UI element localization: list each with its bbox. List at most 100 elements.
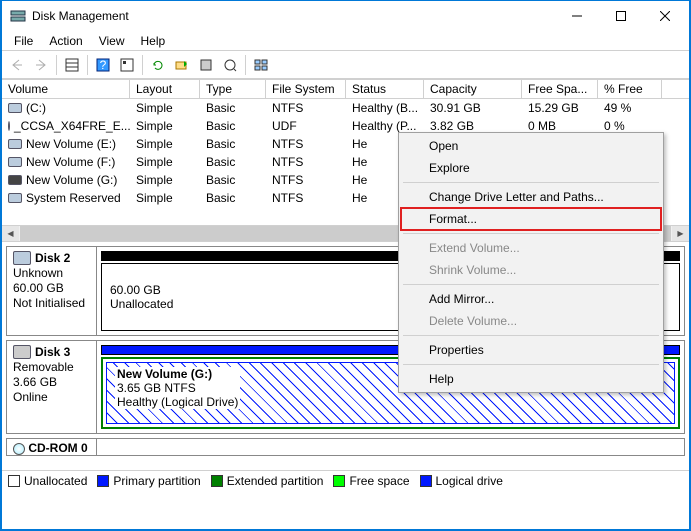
volume-layout: Simple xyxy=(130,190,200,206)
forward-button[interactable] xyxy=(30,54,52,76)
toolbar-separator xyxy=(245,55,246,75)
col-type[interactable]: Type xyxy=(200,80,266,98)
volume-pct: 49 % xyxy=(598,100,662,116)
minimize-button[interactable] xyxy=(555,2,599,30)
rescan-button[interactable] xyxy=(171,54,193,76)
menu-extend-volume: Extend Volume... xyxy=(401,237,661,259)
menu-action[interactable]: Action xyxy=(41,32,90,50)
col-capacity[interactable]: Capacity xyxy=(424,80,522,98)
volume-type: Basic xyxy=(200,154,266,170)
legend-extended: Extended partition xyxy=(227,474,324,488)
volume-name: System Reserved xyxy=(26,191,121,205)
swatch-extended xyxy=(211,475,223,487)
col-layout[interactable]: Layout xyxy=(130,80,200,98)
volume-free: 15.29 GB xyxy=(522,100,598,116)
close-button[interactable] xyxy=(643,2,687,30)
scroll-right-icon[interactable]: ▶ xyxy=(672,226,689,241)
volume-fs: NTFS xyxy=(266,136,346,152)
menu-shrink-volume: Shrink Volume... xyxy=(401,259,661,281)
help-button[interactable]: ? xyxy=(92,54,114,76)
col-pctfree[interactable]: % Free xyxy=(598,80,662,98)
disk-size: 60.00 GB xyxy=(13,281,90,295)
disk-online: Online xyxy=(13,390,90,404)
menu-help[interactable]: Help xyxy=(401,368,661,390)
menu-open[interactable]: Open xyxy=(401,135,661,157)
removable-disk-icon xyxy=(13,345,31,359)
disk-status: Unknown xyxy=(13,266,90,280)
volume-name: New Volume (F:) xyxy=(26,155,115,169)
legend-unallocated: Unallocated xyxy=(24,474,87,488)
menu-explore[interactable]: Explore xyxy=(401,157,661,179)
toolbar: ? xyxy=(2,51,689,79)
view-list-button[interactable] xyxy=(61,54,83,76)
disk-3-header: Disk 3 Removable 3.66 GB Online xyxy=(7,341,97,433)
volume-name: (C:) xyxy=(26,101,46,115)
volume-type: Basic xyxy=(200,190,266,206)
region-size: 3.65 GB NTFS xyxy=(117,381,196,395)
menu-separator xyxy=(403,364,659,365)
swatch-free xyxy=(333,475,345,487)
cdrom-title: CD-ROM 0 xyxy=(28,441,87,455)
volume-name: New Volume (G:) xyxy=(26,173,117,187)
cdrom-row[interactable]: CD-ROM 0 xyxy=(6,438,685,456)
menu-view[interactable]: View xyxy=(91,32,133,50)
region-status: Healthy (Logical Drive) xyxy=(117,395,238,409)
menu-separator xyxy=(403,284,659,285)
scroll-left-icon[interactable]: ◀ xyxy=(2,226,19,241)
volume-type: Basic xyxy=(200,100,266,116)
action-button-2[interactable] xyxy=(219,54,241,76)
volume-layout: Simple xyxy=(130,100,200,116)
volume-icon xyxy=(8,103,22,113)
refresh-button[interactable] xyxy=(147,54,169,76)
volume-type: Basic xyxy=(200,118,266,134)
volume-list-header: Volume Layout Type File System Status Ca… xyxy=(2,79,689,99)
volume-status: Healthy (B... xyxy=(346,100,424,116)
toolbar-separator xyxy=(142,55,143,75)
volume-name: _CCSA_X64FRE_E... xyxy=(14,119,130,133)
volume-icon xyxy=(8,157,22,167)
svg-text:?: ? xyxy=(100,58,107,72)
disk-title: Disk 2 xyxy=(35,251,70,265)
app-icon xyxy=(10,8,26,24)
volume-row[interactable]: (C:) Simple Basic NTFS Healthy (B... 30.… xyxy=(2,99,689,117)
toolbar-separator xyxy=(87,55,88,75)
menu-properties[interactable]: Properties xyxy=(401,339,661,361)
region-name: New Volume (G:) xyxy=(117,367,212,381)
col-status[interactable]: Status xyxy=(346,80,424,98)
legend-free: Free space xyxy=(349,474,409,488)
legend-primary: Primary partition xyxy=(113,474,200,488)
col-free[interactable]: Free Spa... xyxy=(522,80,598,98)
volume-cap: 30.91 GB xyxy=(424,100,522,116)
col-volume[interactable]: Volume xyxy=(2,80,130,98)
action-button-1[interactable] xyxy=(195,54,217,76)
volume-name: New Volume (E:) xyxy=(26,137,116,151)
menu-change-drive-letter[interactable]: Change Drive Letter and Paths... xyxy=(401,186,661,208)
col-filesystem[interactable]: File System xyxy=(266,80,346,98)
disk-size: 3.66 GB xyxy=(13,375,90,389)
maximize-button[interactable] xyxy=(599,2,643,30)
volume-layout: Simple xyxy=(130,118,200,134)
settings-button[interactable] xyxy=(116,54,138,76)
disk-title: Disk 3 xyxy=(35,345,70,359)
volume-fs: NTFS xyxy=(266,172,346,188)
menu-help[interactable]: Help xyxy=(133,32,174,50)
volume-icon xyxy=(8,193,22,203)
menu-bar: File Action View Help xyxy=(2,31,689,51)
volume-layout: Simple xyxy=(130,136,200,152)
context-menu: Open Explore Change Drive Letter and Pat… xyxy=(398,132,664,393)
disk-icon xyxy=(13,251,31,265)
menu-format[interactable]: Format... xyxy=(401,208,661,230)
disk-2-header: Disk 2 Unknown 60.00 GB Not Initialised xyxy=(7,247,97,335)
title-bar: Disk Management xyxy=(2,1,689,31)
region-label: Unallocated xyxy=(110,297,173,311)
back-button[interactable] xyxy=(6,54,28,76)
menu-delete-volume: Delete Volume... xyxy=(401,310,661,332)
action-button-3[interactable] xyxy=(250,54,272,76)
volume-fs: NTFS xyxy=(266,190,346,206)
menu-file[interactable]: File xyxy=(6,32,41,50)
volume-icon xyxy=(8,139,22,149)
disk-type: Removable xyxy=(13,360,90,374)
legend: Unallocated Primary partition Extended p… xyxy=(2,470,689,490)
menu-add-mirror[interactable]: Add Mirror... xyxy=(401,288,661,310)
volume-type: Basic xyxy=(200,172,266,188)
